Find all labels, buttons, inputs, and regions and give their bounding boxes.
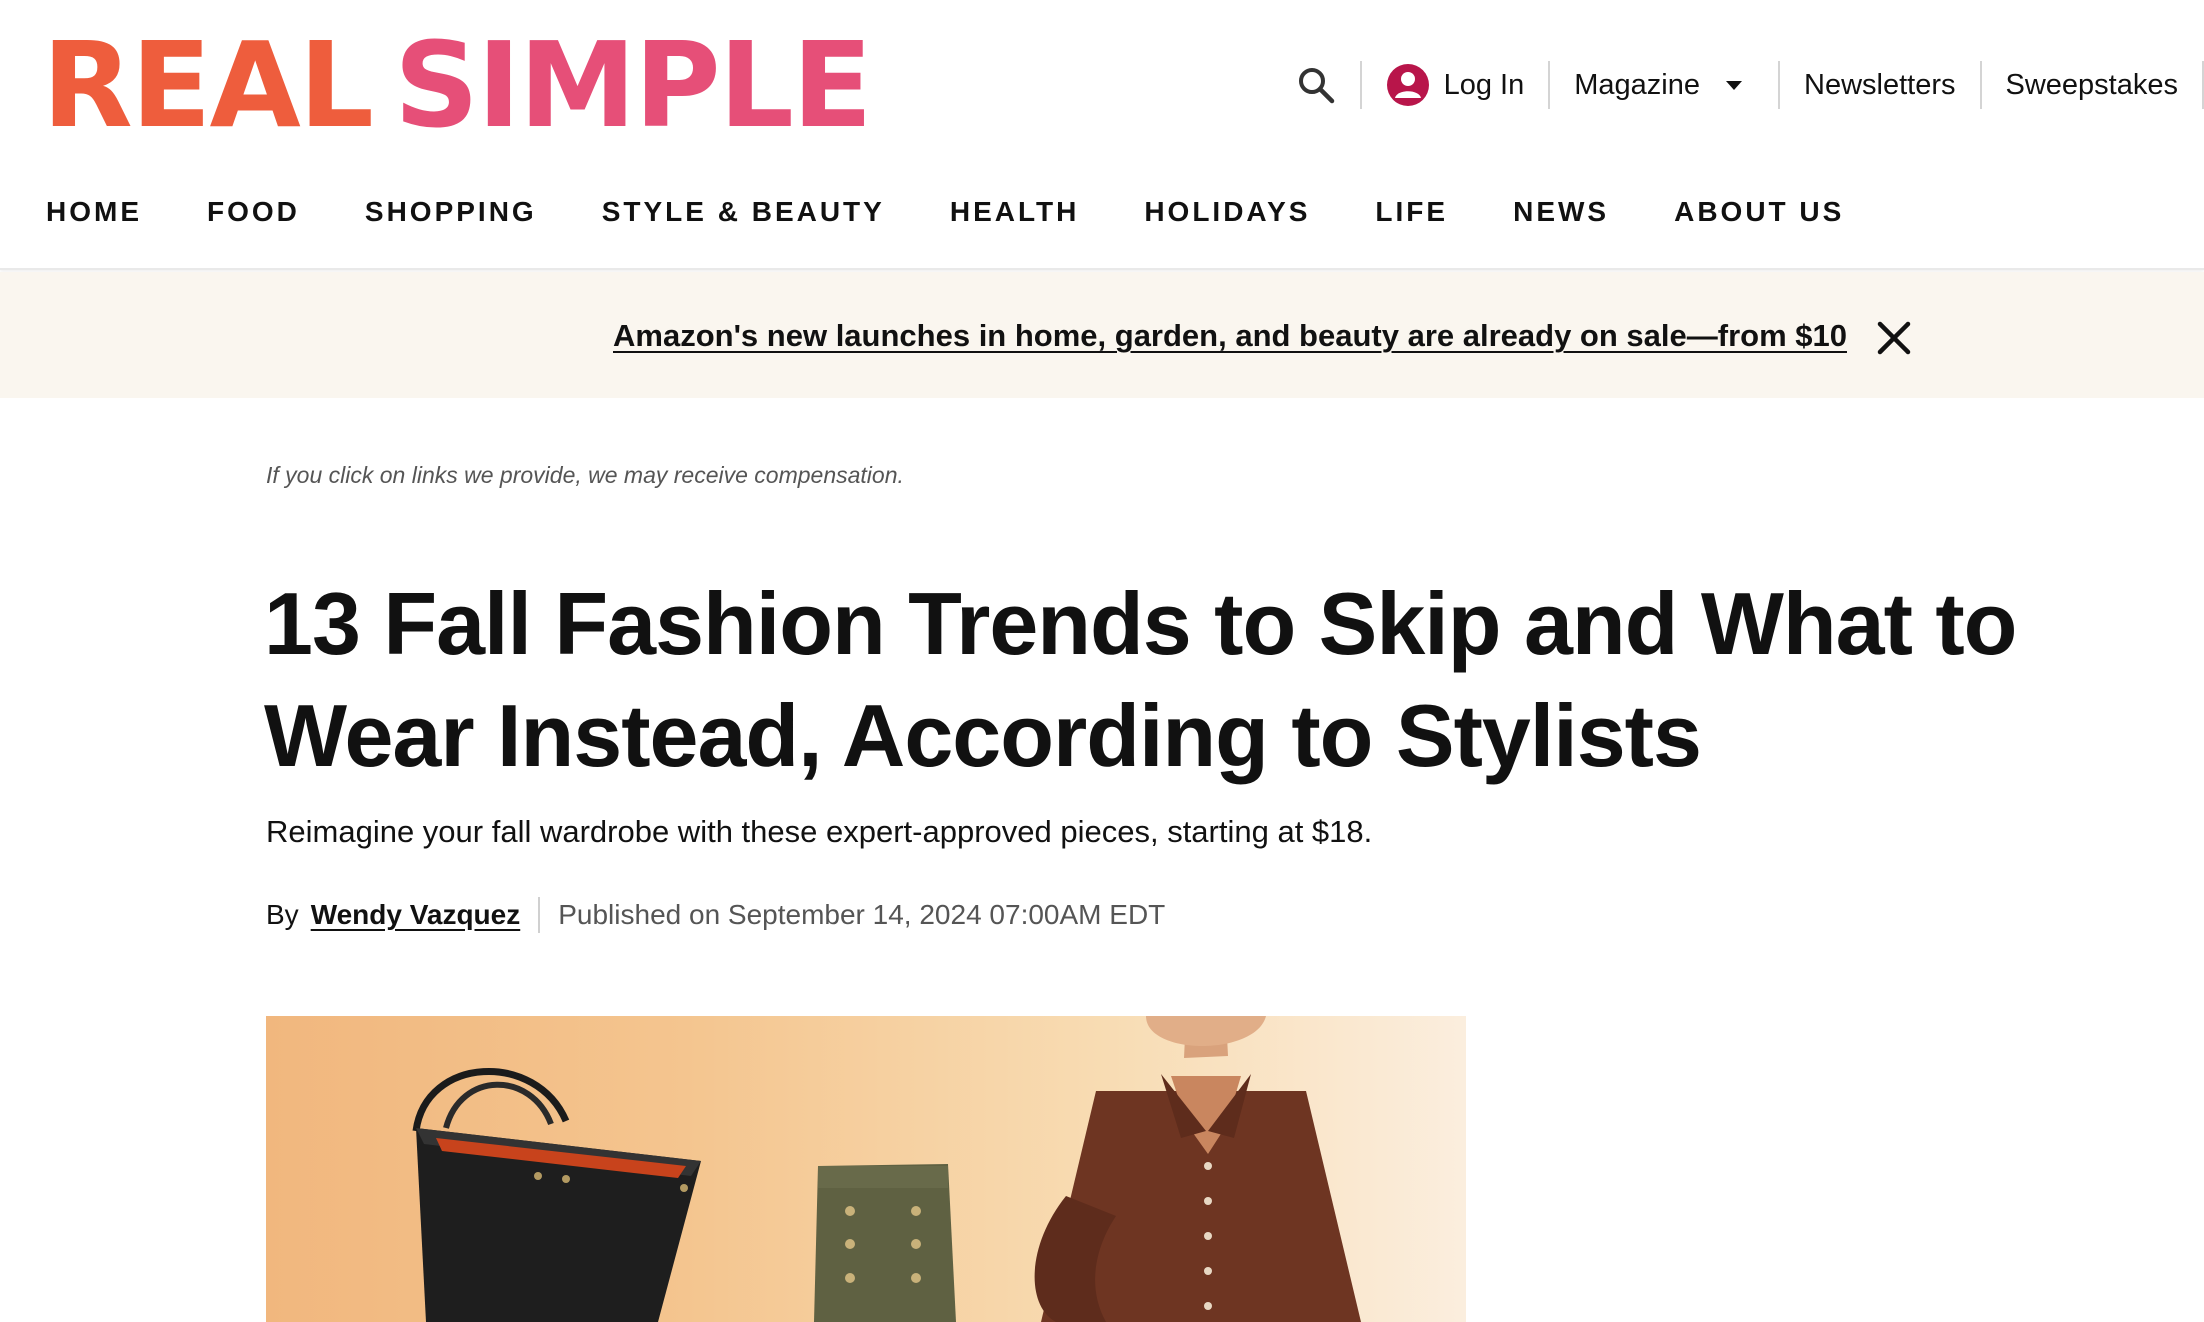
close-icon[interactable] [1876, 320, 1912, 356]
author-link[interactable]: Wendy Vazquez [311, 899, 521, 931]
affiliate-disclaimer: If you click on links we provide, we may… [266, 462, 904, 488]
nav-item-shopping[interactable]: SHOPPING [365, 196, 537, 228]
nav-item-news[interactable]: NEWS [1513, 196, 1609, 228]
user-icon [1386, 64, 1429, 106]
login-label: Log In [1443, 68, 1525, 101]
site-logo[interactable]: REAL SIMPLE [42, 26, 873, 144]
byline-by-label: By [266, 899, 299, 930]
publish-date: Published on September 14, 2024 07:00AM … [558, 899, 1166, 930]
hero-image [266, 1016, 1466, 1322]
nav-item-food[interactable]: FOOD [207, 196, 300, 228]
chevron-down-icon [1726, 80, 1742, 90]
nav-item-about-us[interactable]: ABOUT US [1674, 196, 1844, 228]
sweepstakes-label: Sweepstakes [2005, 68, 2179, 101]
login-link[interactable]: Log In [1362, 60, 1549, 110]
nav-item-home[interactable]: HOME [46, 196, 142, 228]
site-header: REAL SIMPLE Log In Magazine Newsletters [0, 0, 2204, 270]
magazine-menu[interactable]: Magazine [1550, 60, 1778, 110]
trousers-illustration [814, 1164, 956, 1322]
magazine-label: Magazine [1574, 68, 1700, 101]
article-dek: Reimagine your fall wardrobe with these … [266, 814, 1373, 849]
nav-item-health[interactable]: HEALTH [950, 196, 1079, 228]
search-icon [1298, 68, 1334, 104]
main-nav: HOME FOOD SHOPPING STYLE & BEAUTY HEALTH… [46, 192, 1844, 232]
search-button[interactable] [1272, 60, 1360, 110]
byline: By Wendy Vazquez Published on September … [266, 893, 1165, 937]
sweepstakes-link[interactable]: Sweepstakes [1982, 60, 2203, 110]
article-title: 13 Fall Fashion Trends to Skip and What … [264, 574, 2017, 785]
tote-bag-illustration [412, 1067, 701, 1322]
newsletters-link[interactable]: Newsletters [1780, 60, 1980, 110]
newsletters-label: Newsletters [1804, 68, 1956, 101]
logo-word-real: REAL [42, 16, 374, 154]
promo-banner: Amazon's new launches in home, garden, a… [0, 272, 2204, 398]
utility-nav: Log In Magazine Newsletters Sweepstakes [1272, 55, 2204, 115]
model-illustration [1034, 1016, 1361, 1322]
logo-word-simple: SIMPLE [393, 16, 873, 154]
nav-item-holidays[interactable]: HOLIDAYS [1144, 196, 1310, 228]
divider [538, 897, 541, 933]
nav-item-life[interactable]: LIFE [1375, 196, 1448, 228]
hero-illustration [412, 1016, 1361, 1322]
nav-item-style-beauty[interactable]: STYLE & BEAUTY [602, 196, 885, 228]
promo-link[interactable]: Amazon's new launches in home, garden, a… [613, 308, 1847, 364]
